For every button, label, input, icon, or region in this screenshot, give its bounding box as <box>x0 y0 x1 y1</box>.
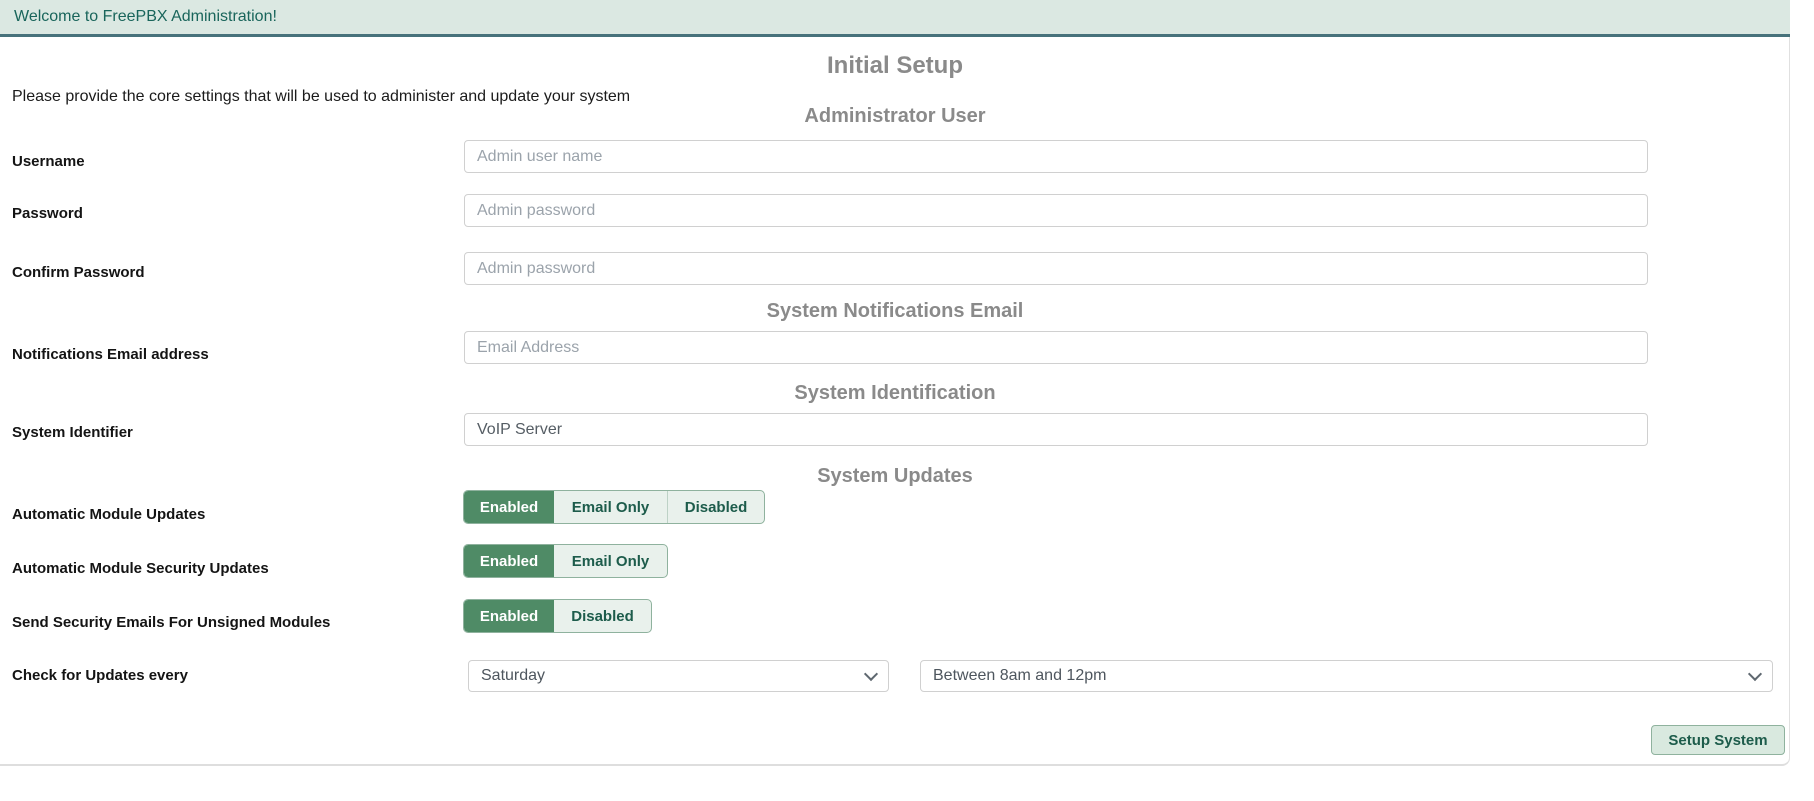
automatic-module-security-updates-enabled-button[interactable]: Enabled <box>464 545 554 577</box>
section-heading-administrator-user: Administrator User <box>0 105 1790 128</box>
chevron-down-icon <box>1748 667 1762 681</box>
send-security-emails-unsigned-label: Send Security Emails For Unsigned Module… <box>12 614 330 631</box>
send-security-emails-unsigned-toggle: Enabled Disabled <box>463 599 652 633</box>
update-time-select[interactable]: Between 8am and 12pm <box>920 660 1773 692</box>
username-input[interactable] <box>464 140 1648 173</box>
system-identifier-label: System Identifier <box>12 424 133 441</box>
send-security-emails-unsigned-disabled-button[interactable]: Disabled <box>554 600 651 632</box>
section-heading-system-updates: System Updates <box>0 465 1790 488</box>
chevron-down-icon <box>864 667 878 681</box>
notifications-email-label: Notifications Email address <box>12 346 209 363</box>
automatic-module-updates-toggle: Enabled Email Only Disabled <box>463 490 765 524</box>
confirm-password-input[interactable] <box>464 252 1648 285</box>
welcome-banner: Welcome to FreePBX Administration! <box>0 0 1790 37</box>
send-security-emails-unsigned-enabled-button[interactable]: Enabled <box>464 600 554 632</box>
automatic-module-updates-label: Automatic Module Updates <box>12 506 205 523</box>
intro-text: Please provide the core settings that wi… <box>12 88 630 106</box>
update-day-select-value: Saturday <box>481 667 545 685</box>
section-heading-system-identification: System Identification <box>0 382 1790 405</box>
setup-system-button[interactable]: Setup System <box>1651 725 1785 755</box>
page-title: Initial Setup <box>0 52 1790 80</box>
welcome-banner-text: Welcome to FreePBX Administration! <box>14 8 277 26</box>
automatic-module-updates-disabled-button[interactable]: Disabled <box>667 491 764 523</box>
automatic-module-security-updates-email-only-button[interactable]: Email Only <box>554 545 667 577</box>
username-label: Username <box>12 153 85 170</box>
password-input[interactable] <box>464 194 1648 227</box>
automatic-module-updates-enabled-button[interactable]: Enabled <box>464 491 554 523</box>
section-heading-system-notifications-email: System Notifications Email <box>0 300 1790 323</box>
automatic-module-security-updates-toggle: Enabled Email Only <box>463 544 668 578</box>
password-label: Password <box>12 205 83 222</box>
notifications-email-input[interactable] <box>464 331 1648 364</box>
freepbx-initial-setup-screen: Welcome to FreePBX Administration! Initi… <box>0 0 1814 801</box>
confirm-password-label: Confirm Password <box>12 264 145 281</box>
automatic-module-updates-email-only-button[interactable]: Email Only <box>554 491 667 523</box>
update-day-select[interactable]: Saturday <box>468 660 889 692</box>
check-for-updates-label: Check for Updates every <box>12 667 188 684</box>
update-time-select-value: Between 8am and 12pm <box>933 667 1106 685</box>
automatic-module-security-updates-label: Automatic Module Security Updates <box>12 560 269 577</box>
system-identifier-input[interactable] <box>464 413 1648 446</box>
